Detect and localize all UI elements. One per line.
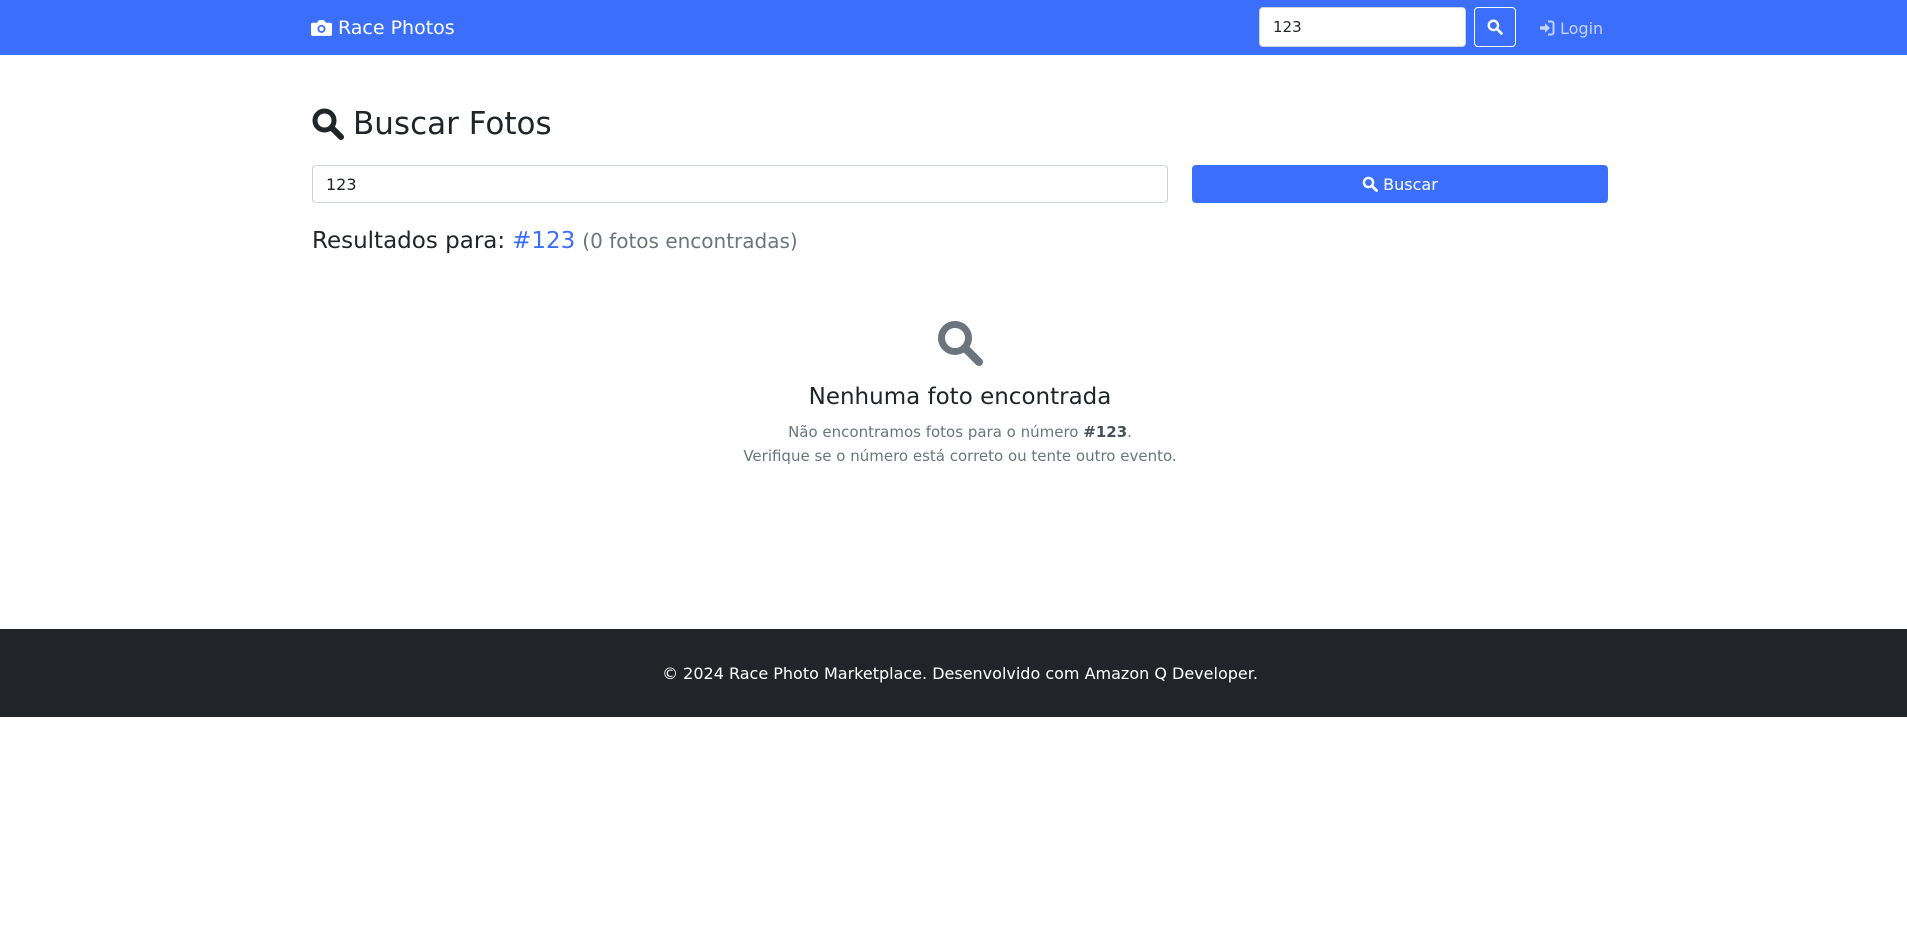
search-button[interactable]: Buscar [1192, 165, 1608, 203]
brand-label: Race Photos [338, 17, 455, 39]
empty-state-message: Não encontramos fotos para o número #123… [0, 423, 1907, 441]
search-icon [1362, 176, 1379, 192]
empty-state-message-prefix: Não encontramos fotos para o número [788, 423, 1084, 441]
search-icon [1487, 19, 1503, 35]
empty-state-message-suffix: . [1127, 423, 1132, 441]
navbar: Race Photos Login [0, 0, 1907, 55]
page-title: Buscar Fotos [311, 100, 552, 148]
navbar-search-input[interactable] [1259, 7, 1466, 47]
results-count: (0 fotos encontradas) [582, 229, 798, 253]
login-link[interactable]: Login [1539, 14, 1603, 42]
empty-state-hint: Verifique se o número está correto ou te… [743, 447, 1177, 465]
empty-state-title: Nenhuma foto encontrada [808, 384, 1112, 410]
search-icon [938, 321, 983, 366]
login-label: Login [1560, 18, 1604, 38]
results-heading: Resultados para: #123 (0 fotos encontrad… [312, 228, 798, 258]
sign-in-icon [1540, 20, 1555, 36]
footer: © 2024 Race Photo Marketplace. Desenvolv… [0, 629, 1907, 717]
empty-state-number: #123 [1083, 423, 1128, 441]
results-number: #123 [512, 228, 576, 254]
brand-link[interactable]: Race Photos [311, 14, 455, 42]
bib-number-search-input[interactable] [312, 165, 1168, 203]
camera-icon [311, 20, 332, 36]
search-icon [312, 108, 344, 140]
navbar-search-button[interactable] [1474, 7, 1516, 47]
search-button-label: Buscar [1383, 174, 1438, 194]
page-title-text: Buscar Fotos [353, 106, 552, 142]
footer-text: © 2024 Race Photo Marketplace. Desenvolv… [662, 663, 1258, 683]
results-prefix: Resultados para: [312, 228, 506, 254]
